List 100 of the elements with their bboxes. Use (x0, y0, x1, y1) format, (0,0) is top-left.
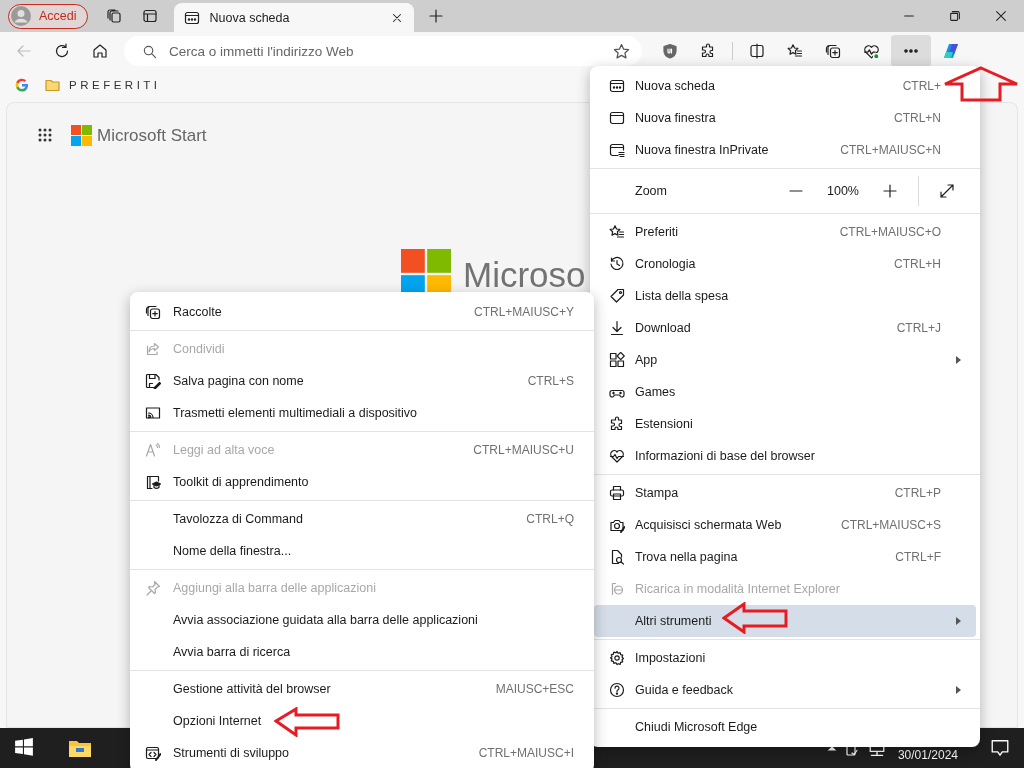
shortcut-label: CTRL+S (527, 374, 574, 388)
shortcut-label: CTRL+MAIUSC+I (478, 746, 574, 760)
menu-item[interactable]: Chiudi Microsoft Edge (594, 711, 976, 743)
favorites-icon (609, 224, 625, 240)
menu-item[interactable]: Impostazioni (594, 642, 976, 674)
menu-item[interactable]: Tavolozza di Command CTRL+Q (134, 503, 590, 535)
menu-item[interactable]: Informazioni di base del browser (594, 440, 976, 472)
taskbar-date[interactable]: 30/01/2024 (897, 748, 958, 762)
pin-icon (145, 580, 161, 596)
zoom-in-icon[interactable] (882, 183, 898, 199)
profile-button[interactable]: Accedi (8, 3, 88, 29)
shortcut-label: MAIUSC+ESC (495, 682, 574, 696)
workspaces-icon[interactable] (105, 8, 122, 24)
shortcut-label: CTRL+ (902, 79, 941, 93)
menu-item[interactable]: Nome della finestra... (134, 535, 590, 567)
browser-tab[interactable]: Nuova scheda (173, 3, 414, 32)
submenu-caret-icon (954, 686, 962, 694)
menu-item[interactable]: Download CTRL+J (594, 312, 976, 344)
menu-item[interactable]: Guida e feedback (594, 674, 976, 706)
heartbeat-icon[interactable] (862, 42, 880, 60)
close-icon[interactable] (994, 9, 1008, 23)
collections-icon[interactable] (825, 43, 841, 59)
menu-item[interactable]: Raccolte CTRL+MAIUSC+Y (134, 296, 590, 328)
menu-item[interactable]: Toolkit di apprendimento (134, 466, 590, 498)
favorites-icon[interactable] (787, 43, 803, 59)
find-page-icon (609, 549, 625, 565)
menu-item[interactable]: Nuova finestra CTRL+N (594, 102, 976, 134)
address-field[interactable]: Cerca o immetti l'indirizzo Web (124, 36, 642, 66)
start-windows-icon[interactable] (14, 738, 34, 758)
shortcut-label: CTRL+Q (526, 512, 574, 526)
tag-icon (609, 288, 625, 304)
share-icon (145, 341, 161, 357)
camera-icon (609, 517, 625, 533)
restore-icon[interactable] (948, 9, 962, 23)
menu-item[interactable]: Trasmetti elementi multimediali a dispositivo (134, 397, 590, 429)
puzzle-icon (609, 416, 625, 432)
notification-icon[interactable] (990, 738, 1010, 758)
menu-item[interactable]: Strumenti di sviluppo CTRL+MAIUSC+I (134, 737, 590, 768)
private-window-icon (609, 142, 625, 158)
menu-item[interactable]: Stampa CTRL+P (594, 477, 976, 509)
more-menu-button[interactable] (891, 35, 931, 67)
apps-icon (609, 352, 625, 368)
new-tab-icon (609, 78, 625, 94)
shortcut-label: CTRL+N (894, 111, 941, 125)
shortcut-label: CTRL+MAIUSC+Y (473, 305, 574, 319)
menu-item[interactable]: App (594, 344, 976, 376)
home-icon[interactable] (92, 43, 108, 59)
menu-item[interactable]: Gestione attività del browser MAIUSC+ESC (134, 673, 590, 705)
menu-item[interactable]: Preferiti CTRL+MAIUSC+O (594, 216, 976, 248)
menu-item[interactable]: Nuova finestra InPrivate CTRL+MAIUSC+N (594, 134, 976, 166)
search-icon (142, 43, 157, 59)
reload-page-icon (609, 581, 625, 597)
arrow-annotation (274, 707, 340, 737)
menu-item[interactable]: Altri strumenti (594, 605, 976, 637)
folder-icon (44, 77, 61, 93)
shortcut-label: CTRL+MAIUSC+S (840, 518, 941, 532)
shield-extension-icon[interactable] (662, 43, 678, 59)
refresh-icon[interactable] (54, 43, 70, 59)
shortcut-label: CTRL+MAIUSC+N (840, 143, 941, 157)
read-aloud-icon (145, 442, 161, 458)
cast-icon (145, 405, 161, 421)
devtools-icon (145, 745, 161, 761)
google-g-icon[interactable] (14, 77, 30, 93)
favorites-folder[interactable]: PREFERITI (44, 77, 161, 93)
address-input[interactable]: Cerca o immetti l'indirizzo Web (167, 42, 603, 60)
vertical-tabs-icon[interactable] (141, 8, 158, 24)
menu-item[interactable]: Lista della spesa (594, 280, 976, 312)
menu-item[interactable]: Avvia barra di ricerca (134, 636, 590, 668)
book-icon (145, 474, 161, 490)
menu-item[interactable]: Opzioni Internet (134, 705, 590, 737)
menu-item[interactable]: Salva pagina con nome CTRL+S (134, 365, 590, 397)
menu-item[interactable]: Games (594, 376, 976, 408)
split-screen-icon[interactable] (749, 43, 765, 59)
settings-icon (609, 650, 625, 666)
menu-item[interactable]: Trova nella pagina CTRL+F (594, 541, 976, 573)
zoom-level: 100% (826, 184, 860, 198)
menu-item[interactable]: Nuova scheda CTRL+ (594, 70, 976, 102)
fullscreen-icon[interactable] (939, 183, 955, 199)
shortcut-label: CTRL+MAIUSC+U (473, 443, 574, 457)
menu-item[interactable]: Avvia associazione guidata alla barra delle applicazioni (134, 604, 590, 636)
window-icon (609, 110, 625, 126)
new-tab-page-icon (183, 9, 200, 26)
shortcut-label: CTRL+P (894, 486, 941, 500)
zoom-label: Zoom (635, 184, 668, 198)
submenu-caret-icon (954, 356, 962, 364)
shortcut-label: CTRL+H (894, 257, 941, 271)
menu-item[interactable]: Estensioni (594, 408, 976, 440)
shortcut-label: CTRL+F (895, 550, 941, 564)
submenu-caret-icon (954, 617, 962, 625)
arrow-annotation (722, 602, 788, 634)
menu-item[interactable]: Acquisisci schermata Web CTRL+MAIUSC+S (594, 509, 976, 541)
extensions-icon[interactable] (700, 43, 716, 59)
swirl-logo-icon[interactable] (941, 41, 961, 61)
four-squares-logo-icon (71, 125, 92, 146)
favorite-star-icon[interactable] (613, 42, 630, 60)
new-tab-plus-icon[interactable] (427, 8, 444, 24)
menu-item[interactable]: Cronologia CTRL+H (594, 248, 976, 280)
save-icon (145, 373, 161, 389)
history-icon (609, 256, 625, 272)
shortcut-label: CTRL+J (896, 321, 941, 335)
